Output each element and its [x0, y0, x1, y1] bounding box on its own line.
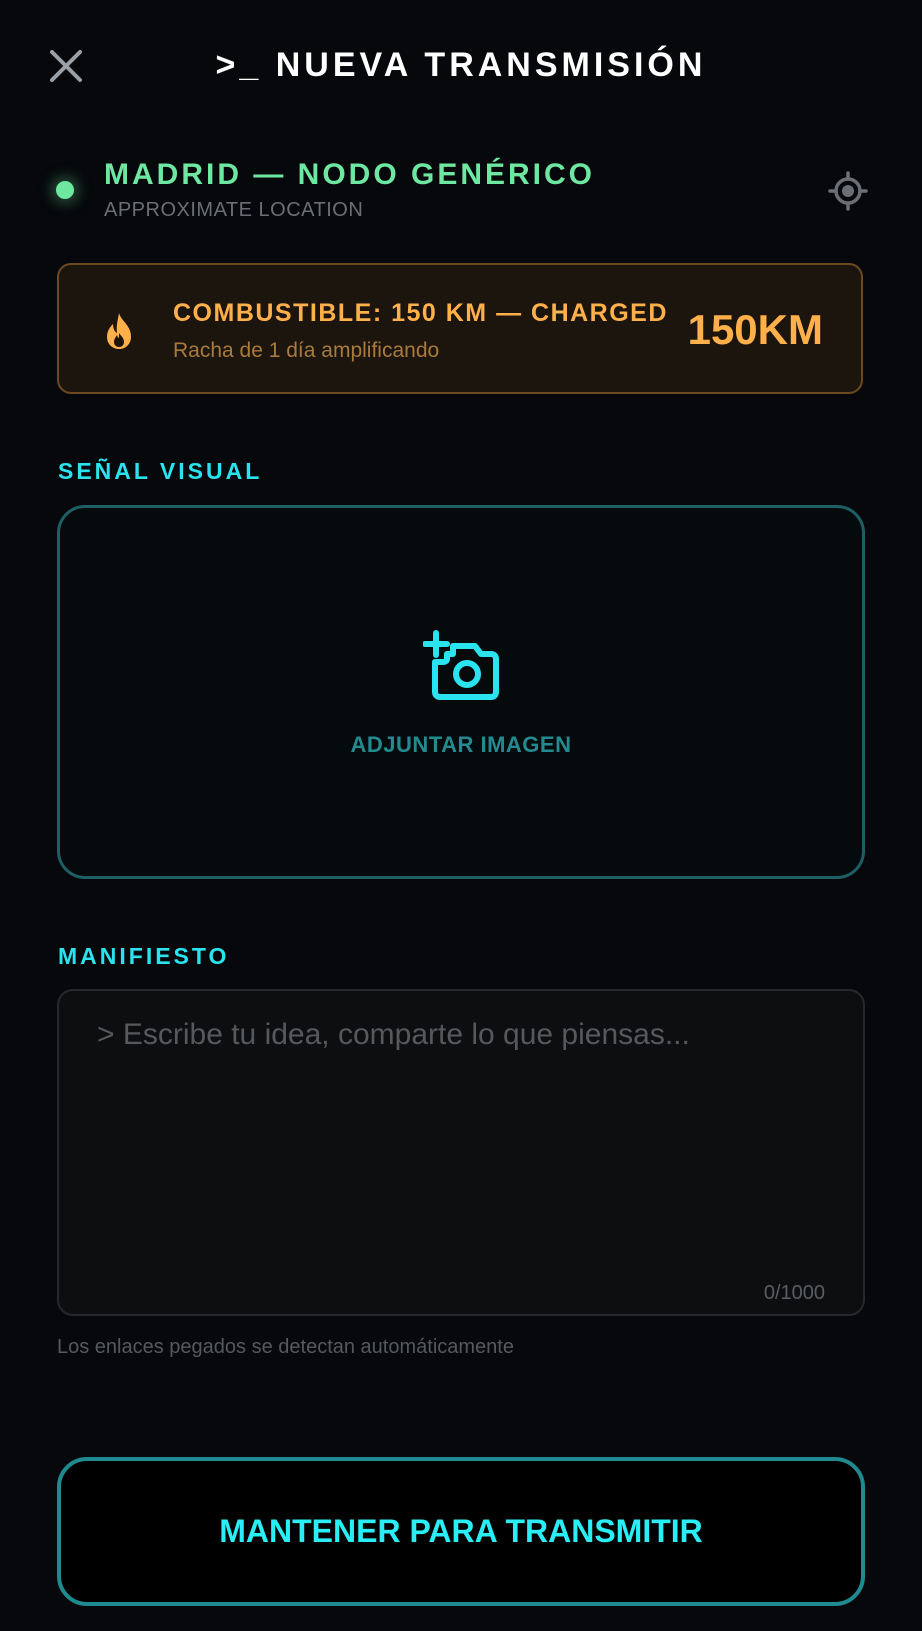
- fuel-streak-card: COMBUSTIBLE: 150 KM — CHARGED Racha de 1…: [57, 263, 863, 394]
- gps-target-icon: [828, 171, 868, 211]
- fuel-title: COMBUSTIBLE: 150 KM — CHARGED: [173, 299, 668, 327]
- new-transmission-screen: >_ NUEVA TRANSMISIÓN MADRID — NODO GENÉR…: [0, 0, 922, 1631]
- attach-image-label: ADJUNTAR IMAGEN: [350, 732, 572, 757]
- page-title: >_ NUEVA TRANSMISIÓN: [215, 46, 707, 84]
- fuel-value: 150KM: [687, 306, 823, 353]
- fuel-streak-text: Racha de 1 día amplificando: [173, 339, 440, 362]
- manifest-input-container: 0/1000: [57, 989, 865, 1316]
- flame-icon: [107, 313, 131, 349]
- hold-to-transmit-button[interactable]: MANTENER PARA TRANSMITIR: [57, 1457, 865, 1606]
- location-name: MADRID — NODO GENÉRICO: [104, 158, 596, 191]
- transmit-button-label: MANTENER PARA TRANSMITIR: [219, 1513, 703, 1549]
- attach-image-dropzone[interactable]: ADJUNTAR IMAGEN: [57, 505, 865, 879]
- char-counter: 0/1000: [763, 1282, 825, 1304]
- link-detection-hint: Los enlaces pegados se detectan automáti…: [57, 1336, 514, 1358]
- location-status-dot: [56, 181, 74, 199]
- locate-button[interactable]: [828, 171, 868, 211]
- location-subtitle: APPROXIMATE LOCATION: [104, 199, 364, 221]
- manifest-label: MANIFIESTO: [58, 943, 230, 969]
- manifest-textarea[interactable]: [97, 1015, 817, 1245]
- add-photo-icon: [423, 630, 499, 700]
- visual-signal-label: SEÑAL VISUAL: [58, 458, 263, 484]
